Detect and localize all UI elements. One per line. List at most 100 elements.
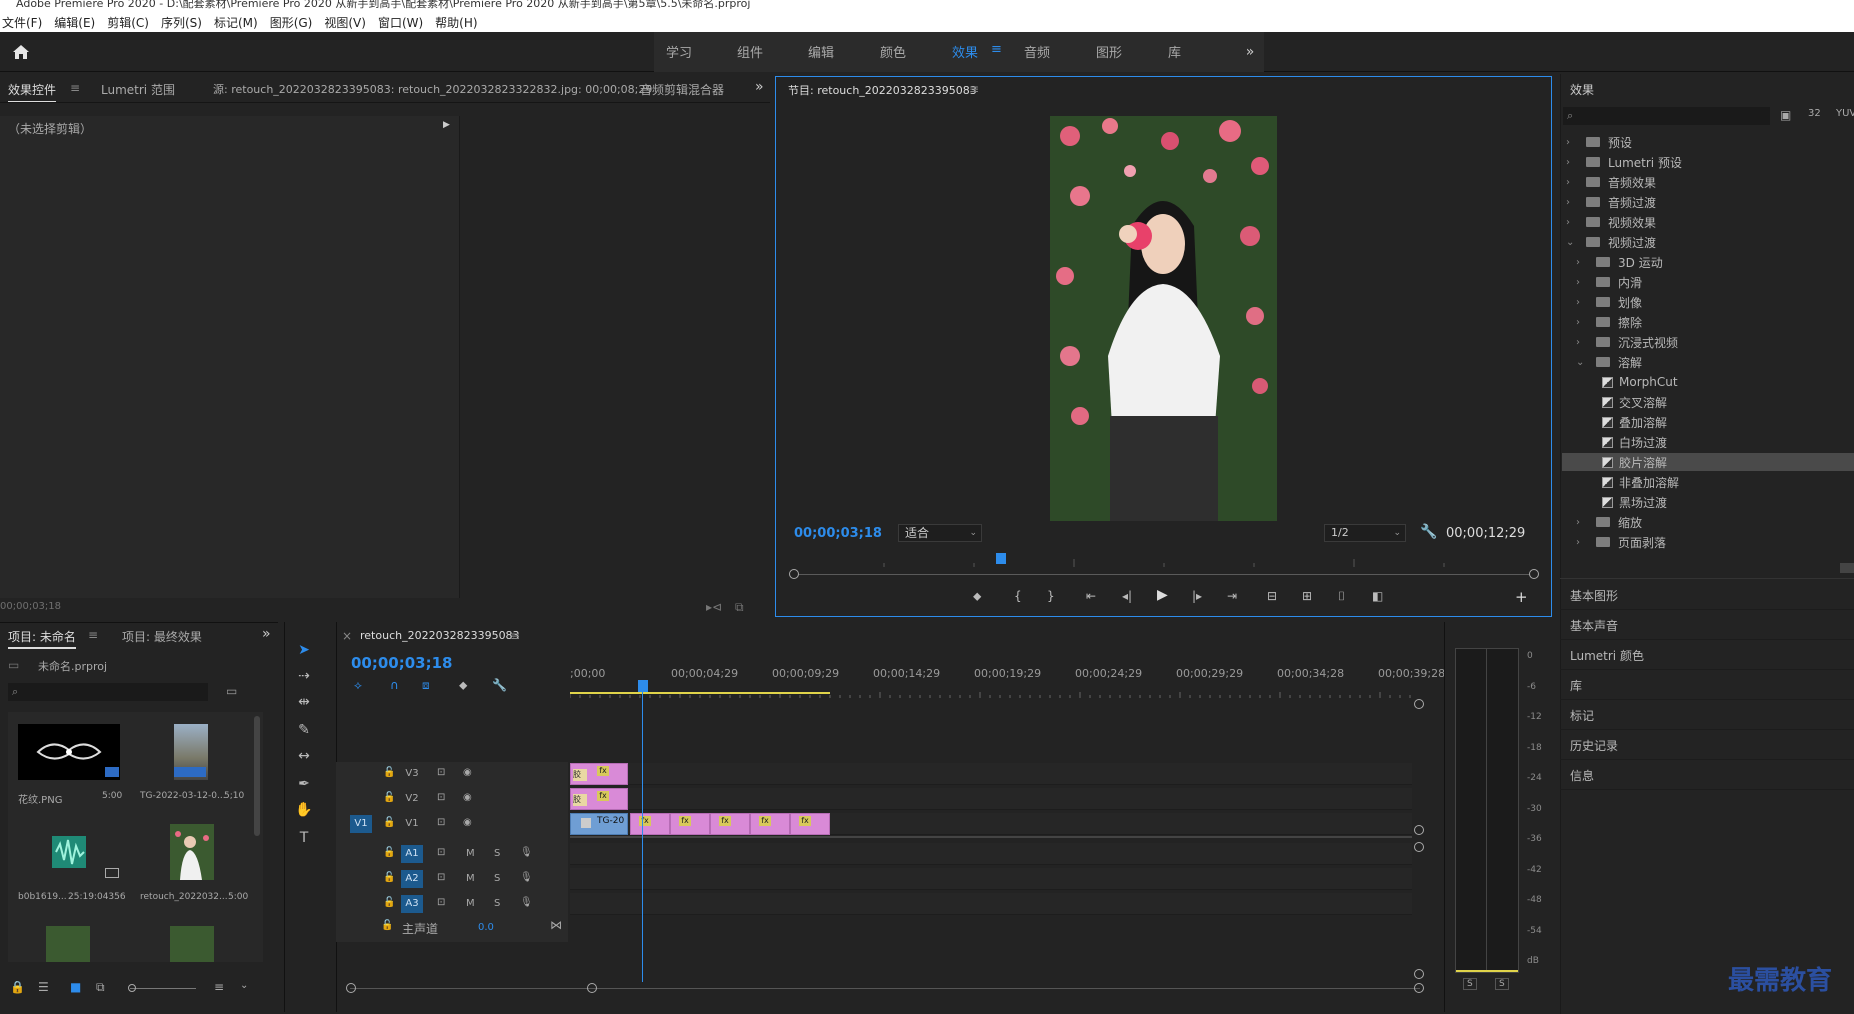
menu-marker[interactable]: 标记(M) (214, 14, 258, 31)
workspace-tab-libraries[interactable]: 库 (1168, 42, 1181, 61)
lock-icon[interactable]: 🔓 (383, 872, 395, 883)
menu-view[interactable]: 视图(V) (324, 14, 366, 31)
timeline-hscroll[interactable] (350, 988, 1420, 989)
play-triangle-icon[interactable]: ▶ (443, 120, 450, 130)
panel-lumetri-color[interactable]: Lumetri 颜色 (1570, 647, 1644, 664)
tab-source[interactable]: 源: retouch_2022032823395083: retouch_202… (213, 81, 652, 97)
hand-tool-icon[interactable]: ✋ (293, 802, 315, 822)
tab-lumetri-scopes[interactable]: Lumetri 范围 (101, 81, 175, 98)
selection-tool-icon[interactable]: ➤ (293, 642, 315, 662)
export-frame-icon[interactable]: ⌷ (1338, 589, 1345, 604)
ripple-edit-tool-icon[interactable]: ⇹ (293, 694, 315, 714)
sync-lock-icon[interactable]: ⊡ (437, 817, 445, 828)
chevron-down-icon[interactable]: ⌄ (1566, 237, 1576, 248)
effects-tree-item[interactable]: MorphCut (1566, 373, 1678, 391)
menu-file[interactable]: 文件(F) (2, 14, 42, 31)
effects-tree-item[interactable]: › 视频效果 (1566, 213, 1656, 231)
tab-effect-controls[interactable]: 效果控件 (8, 81, 57, 103)
v1-clip[interactable]: fx (790, 813, 830, 835)
menu-sequence[interactable]: 序列(S) (161, 14, 202, 31)
add-marker-icon[interactable]: ⬥ (973, 589, 981, 604)
effects-tree-item[interactable]: › 缩放 (1566, 513, 1642, 531)
go-to-end-icon[interactable]: ⋈ (550, 918, 562, 932)
workspace-tab-learn[interactable]: 学习 (666, 42, 692, 61)
effects-tree-item[interactable]: › 音频效果 (1566, 173, 1656, 191)
chevron-right-icon[interactable]: › (1566, 197, 1576, 208)
sync-lock-icon[interactable]: ⊡ (437, 897, 445, 908)
tab-project-untitled[interactable]: 项目: 未命名 (8, 628, 76, 649)
track-target-button[interactable]: A1 (401, 845, 423, 863)
export-icon[interactable]: ⧉ (735, 600, 744, 615)
thumb-photo[interactable] (170, 824, 214, 880)
master-value[interactable]: 0.0 (478, 922, 494, 933)
sequence-menu-icon[interactable]: ≡ (510, 629, 520, 643)
work-area-bar[interactable] (570, 692, 830, 694)
effects-tree-item[interactable]: ⌄ 视频过渡 (1566, 233, 1656, 251)
effects-tree-item[interactable]: › 内滑 (1566, 273, 1642, 291)
chevron-down-icon[interactable]: ⌄ (240, 980, 248, 991)
snap-icon[interactable]: ∩ (390, 678, 399, 692)
eye-icon[interactable]: ◉ (463, 767, 472, 778)
workspace-overflow-icon[interactable]: » (1236, 32, 1264, 72)
effects-tree-item[interactable]: › 3D 运动 (1566, 253, 1663, 271)
chevron-right-icon[interactable]: › (1576, 297, 1586, 308)
go-to-in-icon[interactable]: ⇤ (1086, 589, 1096, 603)
scrub-end-handle[interactable] (1529, 569, 1539, 579)
program-scrub-bar[interactable] (794, 574, 1534, 575)
mute-button[interactable]: M (466, 848, 475, 859)
resolution-select[interactable]: 1/2 ⌄ (1324, 524, 1406, 542)
type-tool-icon[interactable]: T (293, 830, 315, 850)
lock-icon[interactable]: 🔓 (383, 817, 395, 828)
v1-clip[interactable]: fx (630, 813, 670, 835)
audio-vscroll-bottom[interactable] (1414, 969, 1424, 979)
timeline-timecode[interactable]: 00;00;03;18 (351, 654, 453, 672)
mute-button[interactable]: M (466, 873, 475, 884)
panel-essential-sound[interactable]: 基本声音 (1570, 617, 1618, 634)
effects-tree-item[interactable]: › 音频过渡 (1566, 193, 1656, 211)
effects-tree-item[interactable]: 交叉溶解 (1566, 393, 1667, 411)
chevron-right-icon[interactable]: › (1576, 257, 1586, 268)
icon-view-icon[interactable]: ■ (70, 980, 81, 994)
wrench-icon[interactable]: 🔧 (1420, 524, 1437, 540)
sequence-tab[interactable]: retouch_2022032823395083 (360, 629, 520, 642)
effects-tree-item[interactable]: 胶片溶解 (1562, 453, 1854, 471)
list-view-icon[interactable]: ☰ (38, 980, 49, 994)
slip-tool-icon[interactable]: ↔ (293, 748, 315, 768)
solo-left-button[interactable]: S (1463, 978, 1477, 990)
panel-markers[interactable]: 标记 (1570, 707, 1594, 724)
add-marker-icon[interactable]: ⬥ (459, 678, 467, 693)
panel-history[interactable]: 历史记录 (1570, 737, 1618, 754)
workspace-tab-color[interactable]: 颜色 (880, 42, 906, 61)
play-icon[interactable]: ▶ (1157, 587, 1168, 603)
solo-right-button[interactable]: S (1495, 978, 1509, 990)
panel-info[interactable]: 信息 (1570, 767, 1594, 784)
effects-tree-item[interactable]: 白场过渡 (1566, 433, 1667, 451)
effects-scrollbar[interactable] (1840, 563, 1854, 573)
panel-libraries[interactable]: 库 (1570, 677, 1582, 694)
effects-tree-item[interactable]: › 擦除 (1566, 313, 1642, 331)
source-patch-v1[interactable]: V1 (350, 815, 372, 833)
effects-tree-item[interactable]: › Lumetri 预设 (1566, 153, 1682, 171)
timeline-settings-icon[interactable]: 🔧 (492, 678, 507, 692)
eye-icon[interactable]: ◉ (463, 792, 472, 803)
scrub-start-handle[interactable] (789, 569, 799, 579)
yuv-effects-icon[interactable]: YUV (1836, 108, 1854, 119)
project-search-input[interactable]: ⌕ (8, 683, 208, 701)
track-lane[interactable] (570, 763, 1412, 785)
menu-window[interactable]: 窗口(W) (378, 14, 423, 31)
add-button-icon[interactable]: + (1515, 588, 1528, 606)
pen-tool-icon[interactable]: ✒ (293, 776, 315, 796)
step-forward-icon[interactable]: |▸ (1192, 589, 1202, 603)
filter-icon[interactable]: ▸⊲ (706, 600, 722, 614)
panel-overflow-icon[interactable]: » (755, 79, 764, 95)
menu-graphics[interactable]: 图形(G) (270, 14, 313, 31)
extract-icon[interactable]: ⊞ (1302, 589, 1312, 603)
menu-clip[interactable]: 剪辑(C) (107, 14, 149, 31)
hscroll-left-handle[interactable] (346, 983, 356, 993)
effects-tree-item[interactable]: 黑场过渡 (1566, 493, 1667, 511)
solo-button[interactable]: S (494, 898, 500, 909)
lift-icon[interactable]: ⊟ (1267, 589, 1277, 603)
microphone-icon[interactable]: 🎙 (520, 872, 533, 883)
v2-clip[interactable]: 胶 fx (570, 788, 628, 810)
nest-icon[interactable]: ⟡ (354, 678, 362, 693)
